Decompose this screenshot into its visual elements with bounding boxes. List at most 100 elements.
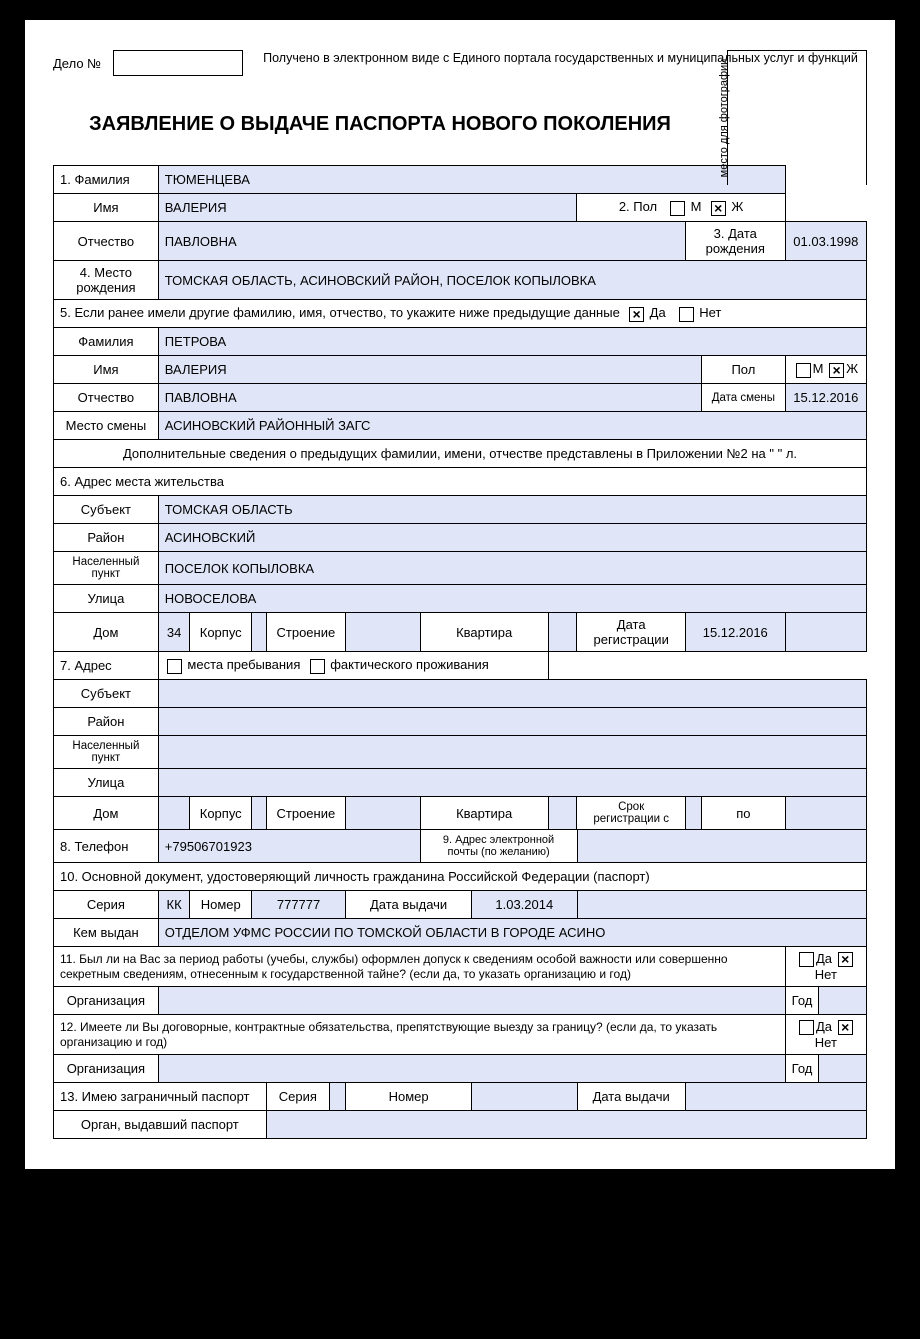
name-value: ВАЛЕРИЯ (158, 194, 577, 222)
change-date-label: Дата смены (702, 384, 786, 412)
change-date-value: 15.12.2016 (785, 384, 866, 412)
phone-label: 8. Телефон (54, 830, 159, 863)
photo-label: место для фотографии (718, 59, 730, 178)
addr2-regterm-from (685, 797, 701, 830)
residence-header: 6. Адрес места жительства (54, 468, 867, 496)
fp-series-label: Серия (266, 1083, 329, 1111)
addr-subject-value: ТОМСКАЯ ОБЛАСТЬ (158, 496, 866, 524)
q11-text: 11. Был ли на Вас за период работы (учеб… (54, 947, 786, 987)
addr-kvartira-value (548, 613, 577, 652)
prev-sex-label: Пол (702, 356, 786, 384)
q12-text: 12. Имеете ли Вы договорные, контрактные… (54, 1015, 786, 1055)
fp-number-value (472, 1083, 577, 1111)
pass-issuedby-label: Кем выдан (54, 919, 159, 947)
phone-value: +79506701923 (158, 830, 420, 863)
pass-issuedate-value: 1.03.2014 (472, 891, 577, 919)
checkbox-actual-place (310, 659, 325, 674)
pass-number-value: 777777 (252, 891, 346, 919)
surname-label: 1. Фамилия (54, 166, 159, 194)
patronymic-label: Отчество (54, 222, 159, 261)
case-number-label: Дело № (53, 50, 101, 71)
fp-issuedate-value (685, 1083, 866, 1111)
prev-patronymic-label: Отчество (54, 384, 159, 412)
addr2-stroenie-value (346, 797, 421, 830)
addr-locality-value: ПОСЕЛОК КОПЫЛОВКА (158, 552, 866, 585)
fp-issuedate-label: Дата выдачи (577, 1083, 685, 1111)
change-place-value: АСИНОВСКИЙ РАЙОННЫЙ ЗАГС (158, 412, 866, 440)
addr2-regterm-label: Срок регистрации с (577, 797, 685, 830)
fp-issuedby-label: Орган, выдавший паспорт (54, 1111, 267, 1139)
prev-names-question: 5. Если ранее имели другие фамилию, имя,… (54, 300, 867, 328)
addr2-korpus-value (252, 797, 267, 830)
checkbox-q12-yes (799, 1020, 814, 1035)
addr-kvartira-label: Квартира (420, 613, 548, 652)
pass-number-label: Номер (190, 891, 252, 919)
form-table: 1. Фамилия ТЮМЕНЦЕВА Имя ВАЛЕРИЯ 2. Пол … (53, 165, 867, 1139)
addr2-type-cell: места пребывания фактического проживания (158, 652, 548, 680)
fp-issuedby-value (266, 1111, 866, 1139)
sex-cell: 2. Пол М × Ж (577, 194, 785, 222)
change-place-label: Место смены (54, 412, 159, 440)
addr-street-value: НОВОСЕЛОВА (158, 585, 866, 613)
additional-info-text: Дополнительные сведения о предыдущих фам… (54, 440, 867, 468)
addr2-korpus-label: Корпус (190, 797, 252, 830)
addr-regdate-label: Дата регистрации (577, 613, 685, 652)
addr2-street-label: Улица (54, 769, 159, 797)
addr2-regterm-po: по (702, 797, 786, 830)
pass-series-label: Серия (54, 891, 159, 919)
surname-value: ТЮМЕНЦЕВА (158, 166, 785, 194)
pass-issuedby-value: ОТДЕЛОМ УФМС РОССИИ ПО ТОМСКОЙ ОБЛАСТИ В… (158, 919, 866, 947)
addr2-regterm-to (785, 797, 866, 830)
addr-house-value: 34 (158, 613, 190, 652)
addr2-house-label: Дом (54, 797, 159, 830)
q12-year-label: Год (785, 1055, 819, 1083)
addr2-subject-label: Субъект (54, 680, 159, 708)
addr-locality-label: Населенный пункт (54, 552, 159, 585)
prev-sex-cell: М ×Ж (785, 356, 866, 384)
addr-korpus-value (252, 613, 267, 652)
checkbox-prevnames-yes: × (629, 307, 644, 322)
checkbox-prevnames-no (679, 307, 694, 322)
addr-stroenie-label: Строение (266, 613, 345, 652)
birthplace-label: 4. Место рождения (54, 261, 159, 300)
prev-surname-label: Фамилия (54, 328, 159, 356)
addr-subject-label: Субъект (54, 496, 159, 524)
form-title: ЗАЯВЛЕНИЕ О ВЫДАЧЕ ПАСПОРТА НОВОГО ПОКОЛ… (53, 111, 707, 137)
photo-placeholder: место для фотографии (727, 50, 867, 185)
sex-label: 2. Пол (619, 199, 657, 214)
addr2-street-value (158, 769, 866, 797)
checkbox-q11-yes (799, 952, 814, 967)
addr-street-label: Улица (54, 585, 159, 613)
q11-answers: Да ×Нет (785, 947, 866, 987)
checkbox-q11-no: × (838, 952, 853, 967)
prev-surname-value: ПЕТРОВА (158, 328, 866, 356)
addr2-kvartira-value (548, 797, 577, 830)
q12-year-value (819, 1055, 867, 1083)
addr-district-label: Район (54, 524, 159, 552)
email-value (577, 830, 867, 863)
fp-number-label: Номер (346, 1083, 472, 1111)
addr-house-label: Дом (54, 613, 159, 652)
prev-name-value: ВАЛЕРИЯ (158, 356, 701, 384)
q12-org-label: Организация (54, 1055, 159, 1083)
checkbox-prev-female: × (829, 363, 844, 378)
name-label: Имя (54, 194, 159, 222)
checkbox-prev-male (796, 363, 811, 378)
addr2-kvartira-label: Квартира (420, 797, 548, 830)
q12-org-value (158, 1055, 785, 1083)
checkbox-female: × (711, 201, 726, 216)
q11-year-label: Год (785, 987, 819, 1015)
email-label: 9. Адрес электронной почты (по желанию) (420, 830, 577, 863)
q11-org-label: Организация (54, 987, 159, 1015)
addr2-locality-label: Населенный пункт (54, 736, 159, 769)
q12-answers: Да ×Нет (785, 1015, 866, 1055)
case-number-box (113, 50, 243, 76)
addr-stroenie-value (346, 613, 421, 652)
checkbox-male (670, 201, 685, 216)
q11-org-value (158, 987, 785, 1015)
dob-label: 3. Дата рождения (685, 222, 785, 261)
addr2-subject-value (158, 680, 866, 708)
pass-series-value: КК (158, 891, 190, 919)
addr-korpus-label: Корпус (190, 613, 252, 652)
addr-district-value: АСИНОВСКИЙ (158, 524, 866, 552)
